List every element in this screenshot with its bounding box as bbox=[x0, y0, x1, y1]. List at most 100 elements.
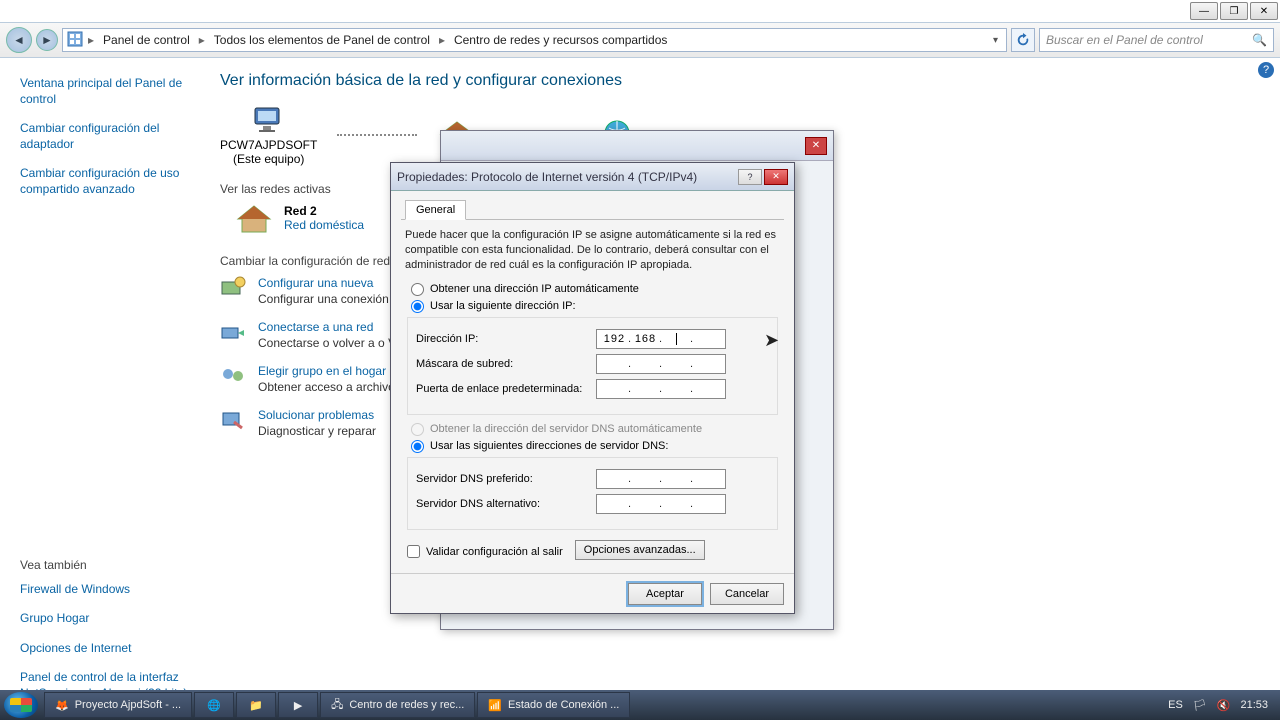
status-icon: 📶 bbox=[488, 699, 502, 712]
computer-icon bbox=[249, 104, 289, 134]
window-close-button[interactable]: ✕ bbox=[1250, 2, 1278, 20]
ok-button[interactable]: Aceptar bbox=[628, 583, 702, 605]
network-type-link[interactable]: Red doméstica bbox=[284, 218, 364, 232]
breadcrumb-separator: ▸ bbox=[85, 33, 97, 47]
validate-label: Validar configuración al salir bbox=[426, 546, 563, 558]
dns-preferred-input[interactable]: ... bbox=[596, 469, 726, 489]
page-title: Ver información básica de la red y confi… bbox=[220, 72, 1260, 90]
network-line bbox=[337, 134, 417, 136]
network-icon: 🖧 bbox=[331, 696, 343, 715]
start-button[interactable] bbox=[4, 692, 38, 718]
address-bar: ◄ ► ▸ Panel de control ▸ Todos los eleme… bbox=[0, 22, 1280, 58]
breadcrumb-dropdown[interactable]: ▾ bbox=[989, 35, 1002, 46]
connect-icon bbox=[220, 320, 246, 342]
mask-label: Máscara de subred: bbox=[416, 358, 596, 370]
ip-address-input[interactable]: 192. 168. . bbox=[596, 329, 726, 349]
wizard-icon bbox=[220, 276, 246, 298]
dialog-help-button[interactable]: ? bbox=[738, 169, 762, 185]
taskbar-item-explorer[interactable]: 📁 bbox=[236, 692, 276, 718]
breadcrumb-item[interactable]: Todos los elementos de Panel de control bbox=[210, 33, 434, 47]
task-troubleshoot-link[interactable]: Solucionar problemas bbox=[258, 408, 374, 422]
ip-label: Dirección IP: bbox=[416, 333, 596, 345]
nav-back-button[interactable]: ◄ bbox=[6, 27, 32, 53]
search-input[interactable]: Buscar en el Panel de control 🔍 bbox=[1039, 28, 1274, 52]
subnet-mask-input[interactable]: ... bbox=[596, 354, 726, 374]
tab-general[interactable]: General bbox=[405, 200, 466, 220]
volume-icon[interactable]: 🔇 bbox=[1217, 699, 1231, 712]
help-button[interactable]: ? bbox=[1258, 62, 1274, 78]
troubleshoot-icon bbox=[220, 408, 246, 430]
bg-close-button[interactable]: ✕ bbox=[805, 137, 827, 155]
cancel-button[interactable]: Cancelar bbox=[710, 583, 784, 605]
sidebar-link-inetopt[interactable]: Opciones de Internet bbox=[20, 641, 190, 657]
taskbar-item-ie[interactable]: 🌐 bbox=[194, 692, 234, 718]
system-tray[interactable]: ES 🏳 🔇 21:53 bbox=[1160, 699, 1276, 712]
lang-indicator[interactable]: ES bbox=[1168, 699, 1183, 711]
validate-checkbox[interactable] bbox=[407, 545, 420, 558]
gateway-label: Puerta de enlace predeterminada: bbox=[416, 383, 596, 395]
node-pc-sub: (Este equipo) bbox=[220, 152, 317, 166]
sidebar-link-sharing[interactable]: Cambiar configuración de uso compartido … bbox=[20, 166, 190, 197]
breadcrumb-item[interactable]: Centro de redes y recursos compartidos bbox=[450, 33, 671, 47]
taskbar-label: Estado de Conexión ... bbox=[508, 699, 619, 711]
breadcrumb[interactable]: ▸ Panel de control ▸ Todos los elementos… bbox=[62, 28, 1007, 52]
see-also-heading: Vea también bbox=[20, 558, 190, 572]
search-icon: 🔍 bbox=[1252, 33, 1267, 47]
radio-manual-dns-label: Usar las siguientes direcciones de servi… bbox=[430, 440, 668, 452]
radio-manual-ip[interactable] bbox=[411, 300, 424, 313]
gateway-input[interactable]: ... bbox=[596, 379, 726, 399]
ipv4-properties-dialog: Propiedades: Protocolo de Internet versi… bbox=[390, 162, 795, 614]
homegroup-icon bbox=[220, 364, 246, 386]
house-icon bbox=[236, 204, 272, 234]
radio-auto-dns bbox=[411, 423, 424, 436]
dns2-label: Servidor DNS alternativo: bbox=[416, 498, 596, 510]
dialog-description: Puede hacer que la configuración IP se a… bbox=[405, 228, 780, 273]
taskbar-label: Centro de redes y rec... bbox=[349, 699, 464, 711]
taskbar-item-media[interactable]: ▶ bbox=[278, 692, 318, 718]
folder-icon: 📁 bbox=[249, 699, 263, 712]
taskbar-item-status[interactable]: 📶 Estado de Conexión ... bbox=[477, 692, 630, 718]
advanced-button[interactable]: Opciones avanzadas... bbox=[575, 540, 705, 560]
task-homegroup-link[interactable]: Elegir grupo en el hogar bbox=[258, 364, 386, 378]
task-connect-link[interactable]: Conectarse a una red bbox=[258, 320, 373, 334]
ip-octet-3 bbox=[663, 332, 690, 344]
breadcrumb-item[interactable]: Panel de control bbox=[99, 33, 194, 47]
clock[interactable]: 21:53 bbox=[1240, 699, 1268, 711]
ip-octet-1: 192 bbox=[601, 333, 628, 345]
node-pc-name: PCW7AJPDSOFT bbox=[220, 138, 317, 152]
nav-forward-button[interactable]: ► bbox=[36, 29, 58, 51]
radio-auto-ip-label: Obtener una dirección IP automáticamente bbox=[430, 283, 639, 295]
refresh-button[interactable] bbox=[1011, 28, 1035, 52]
firefox-icon: 🦊 bbox=[55, 699, 69, 712]
taskbar: 🦊 Proyecto AjpdSoft - ... 🌐 📁 ▶ 🖧 Centro… bbox=[0, 690, 1280, 720]
dialog-close-button[interactable]: ✕ bbox=[764, 169, 788, 185]
sidebar-link-homegroup[interactable]: Grupo Hogar bbox=[20, 611, 190, 627]
radio-auto-dns-label: Obtener la dirección del servidor DNS au… bbox=[430, 423, 702, 435]
control-panel-icon bbox=[67, 31, 83, 50]
flag-icon[interactable]: 🏳 bbox=[1193, 699, 1207, 712]
sidebar-link-main[interactable]: Ventana principal del Panel de control bbox=[20, 76, 190, 107]
taskbar-item[interactable]: 🦊 Proyecto AjpdSoft - ... bbox=[44, 692, 192, 718]
media-icon: ▶ bbox=[294, 699, 302, 712]
taskbar-label: Proyecto AjpdSoft - ... bbox=[75, 699, 181, 711]
taskbar-item-network[interactable]: 🖧 Centro de redes y rec... bbox=[320, 692, 475, 718]
network-name: Red 2 bbox=[284, 204, 364, 218]
sidebar: Ventana principal del Panel de control C… bbox=[0, 58, 200, 690]
radio-manual-ip-label: Usar la siguiente dirección IP: bbox=[430, 300, 576, 312]
window-minimize-button[interactable]: — bbox=[1190, 2, 1218, 20]
radio-auto-ip[interactable] bbox=[411, 283, 424, 296]
ie-icon: 🌐 bbox=[207, 699, 221, 712]
breadcrumb-separator: ▸ bbox=[196, 33, 208, 47]
dns1-label: Servidor DNS preferido: bbox=[416, 473, 596, 485]
tab-strip: General bbox=[401, 199, 784, 220]
window-maximize-button[interactable]: ❐ bbox=[1220, 2, 1248, 20]
sidebar-link-firewall[interactable]: Firewall de Windows bbox=[20, 582, 190, 598]
network-node-pc: PCW7AJPDSOFT (Este equipo) bbox=[220, 104, 317, 166]
dns-alternate-input[interactable]: ... bbox=[596, 494, 726, 514]
task-setup-link[interactable]: Configurar una nueva bbox=[258, 276, 373, 290]
sidebar-link-adapter[interactable]: Cambiar configuración del adaptador bbox=[20, 121, 190, 152]
dialog-title: Propiedades: Protocolo de Internet versi… bbox=[397, 170, 736, 184]
radio-manual-dns[interactable] bbox=[411, 440, 424, 453]
task-desc: Diagnosticar y reparar bbox=[258, 424, 376, 438]
search-placeholder: Buscar en el Panel de control bbox=[1046, 33, 1203, 47]
